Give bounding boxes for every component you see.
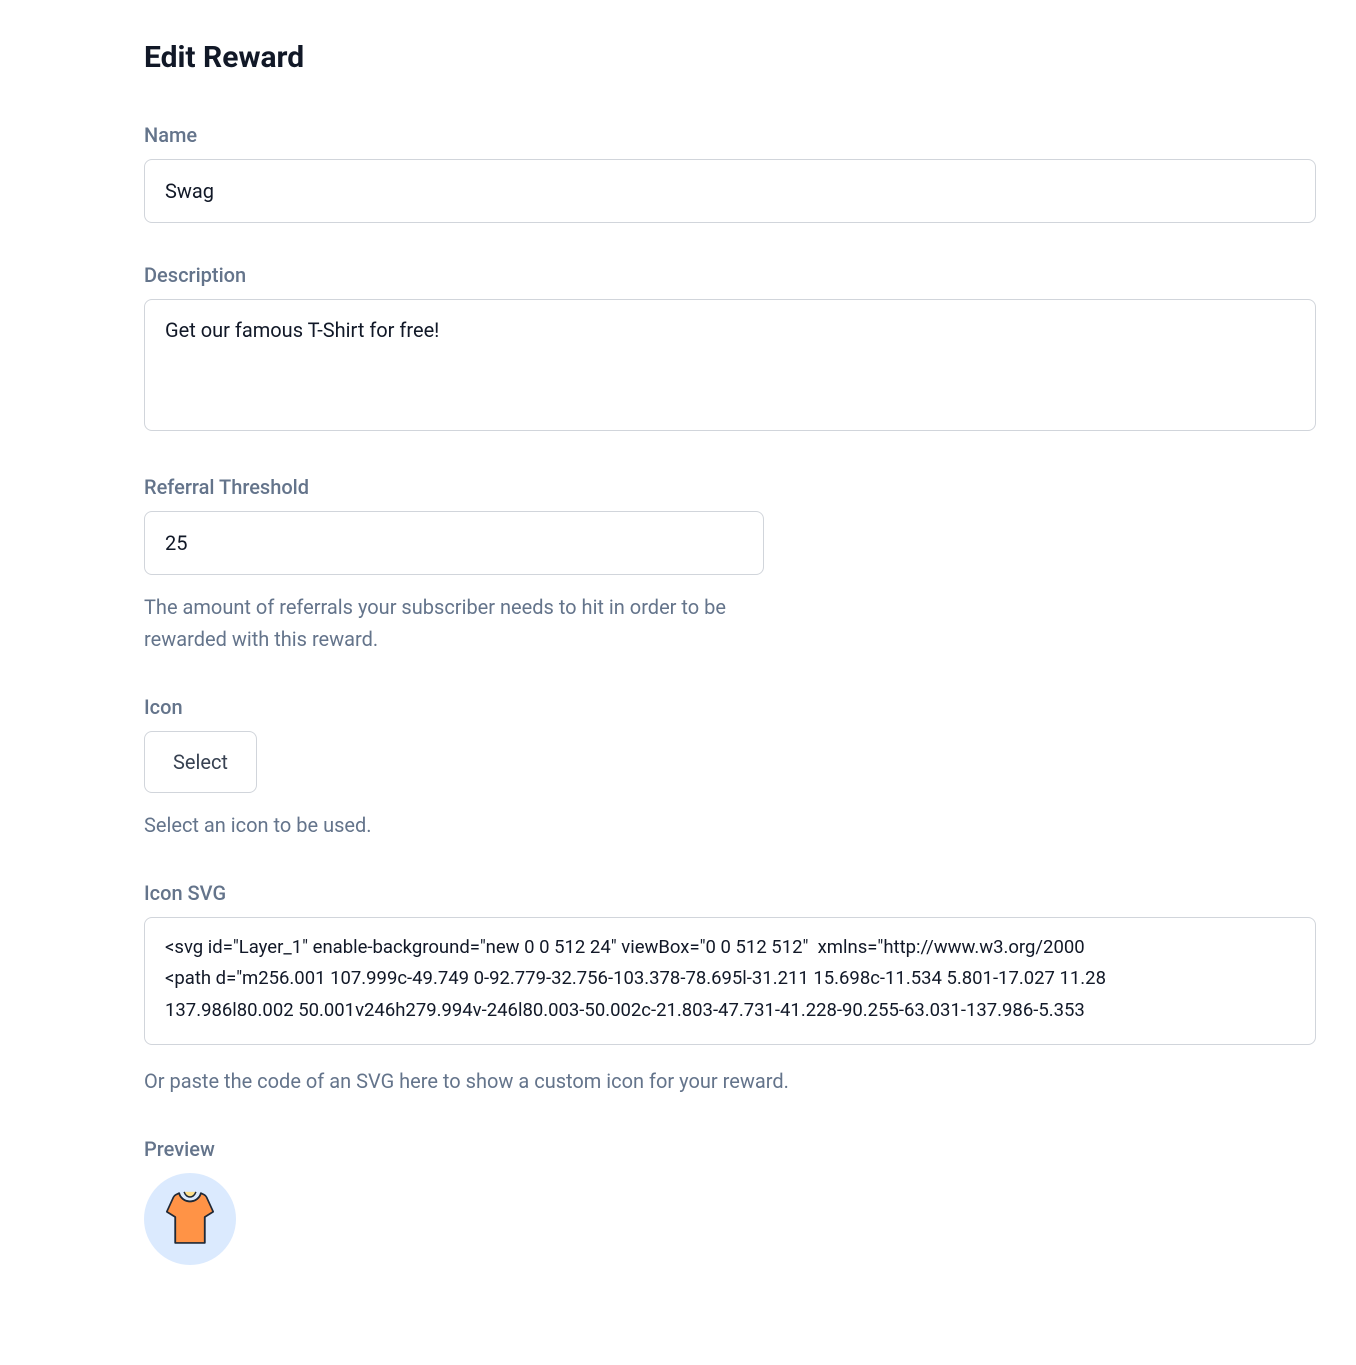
- preview-label: Preview: [144, 1137, 1316, 1161]
- threshold-label: Referral Threshold: [144, 475, 1316, 499]
- name-label: Name: [144, 123, 1316, 147]
- icon-label: Icon: [144, 695, 1316, 719]
- name-input[interactable]: [144, 159, 1316, 223]
- threshold-helper: The amount of referrals your subscriber …: [144, 591, 744, 655]
- threshold-group: Referral Threshold The amount of referra…: [144, 475, 1316, 655]
- page-title: Edit Reward: [144, 40, 1316, 75]
- icon-svg-input[interactable]: <svg id="Layer_1" enable-background="new…: [144, 917, 1316, 1045]
- icon-svg-helper: Or paste the code of an SVG here to show…: [144, 1065, 1316, 1097]
- icon-helper: Select an icon to be used.: [144, 809, 1316, 841]
- preview-group: Preview: [144, 1137, 1316, 1265]
- description-label: Description: [144, 263, 1316, 287]
- icon-svg-group: Icon SVG <svg id="Layer_1" enable-backgr…: [144, 881, 1316, 1097]
- description-group: Description Get our famous T-Shirt for f…: [144, 263, 1316, 435]
- icon-group: Icon Select Select an icon to be used.: [144, 695, 1316, 841]
- tshirt-icon: [163, 1190, 217, 1248]
- name-group: Name: [144, 123, 1316, 223]
- icon-select-button[interactable]: Select: [144, 731, 257, 793]
- description-input[interactable]: Get our famous T-Shirt for free!: [144, 299, 1316, 431]
- icon-svg-label: Icon SVG: [144, 881, 1316, 905]
- threshold-input[interactable]: [144, 511, 764, 575]
- preview-circle: [144, 1173, 236, 1265]
